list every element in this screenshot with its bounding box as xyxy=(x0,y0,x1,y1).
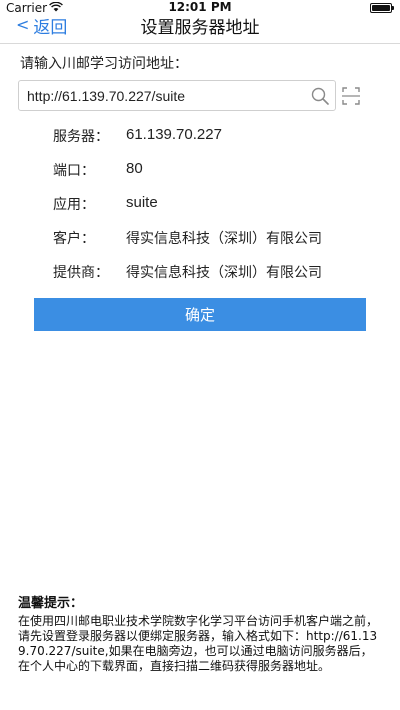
nav-bar: < 返回 设置服务器地址 xyxy=(0,10,400,44)
url-prompt-label: 请输入川邮学习访问地址： xyxy=(20,56,188,72)
server-info: 服务器： 61.139.70.227 端口： 80 应用： suite 客户： … xyxy=(53,126,373,296)
provider-label: 提供商： xyxy=(53,265,109,281)
tips-title: 温馨提示： xyxy=(18,596,84,611)
info-row-provider: 提供商： 得实信息科技（深圳）有限公司 xyxy=(53,262,373,296)
server-value: 61.139.70.227 xyxy=(126,126,222,143)
search-icon[interactable] xyxy=(311,87,329,105)
app-value: suite xyxy=(126,194,158,211)
provider-value: 得实信息科技（深圳）有限公司 xyxy=(126,265,322,281)
info-row-server: 服务器： 61.139.70.227 xyxy=(53,126,373,160)
page-title: 设置服务器地址 xyxy=(140,18,260,38)
server-label: 服务器： xyxy=(53,129,109,145)
customer-value: 得实信息科技（深圳）有限公司 xyxy=(126,231,322,247)
port-value: 80 xyxy=(126,160,143,177)
customer-label: 客户： xyxy=(53,231,95,247)
port-label: 端口： xyxy=(53,163,95,179)
url-input-box xyxy=(18,80,336,111)
tips-body: 在使用四川邮电职业技术学院数字化学习平台访问手机客户端之前，请先设置登录服务器以… xyxy=(18,614,379,673)
screen: Carrier 12:01 PM < 返回 设置服务器地址 请输入川邮学习访问地… xyxy=(0,0,400,710)
url-input[interactable] xyxy=(27,81,307,110)
info-row-port: 端口： 80 xyxy=(53,160,373,194)
app-label: 应用： xyxy=(53,197,95,213)
info-row-customer: 客户： 得实信息科技（深圳）有限公司 xyxy=(53,228,373,262)
confirm-button[interactable]: 确定 xyxy=(34,298,366,331)
scan-icon[interactable] xyxy=(342,87,360,105)
info-row-app: 应用： suite xyxy=(53,194,373,228)
